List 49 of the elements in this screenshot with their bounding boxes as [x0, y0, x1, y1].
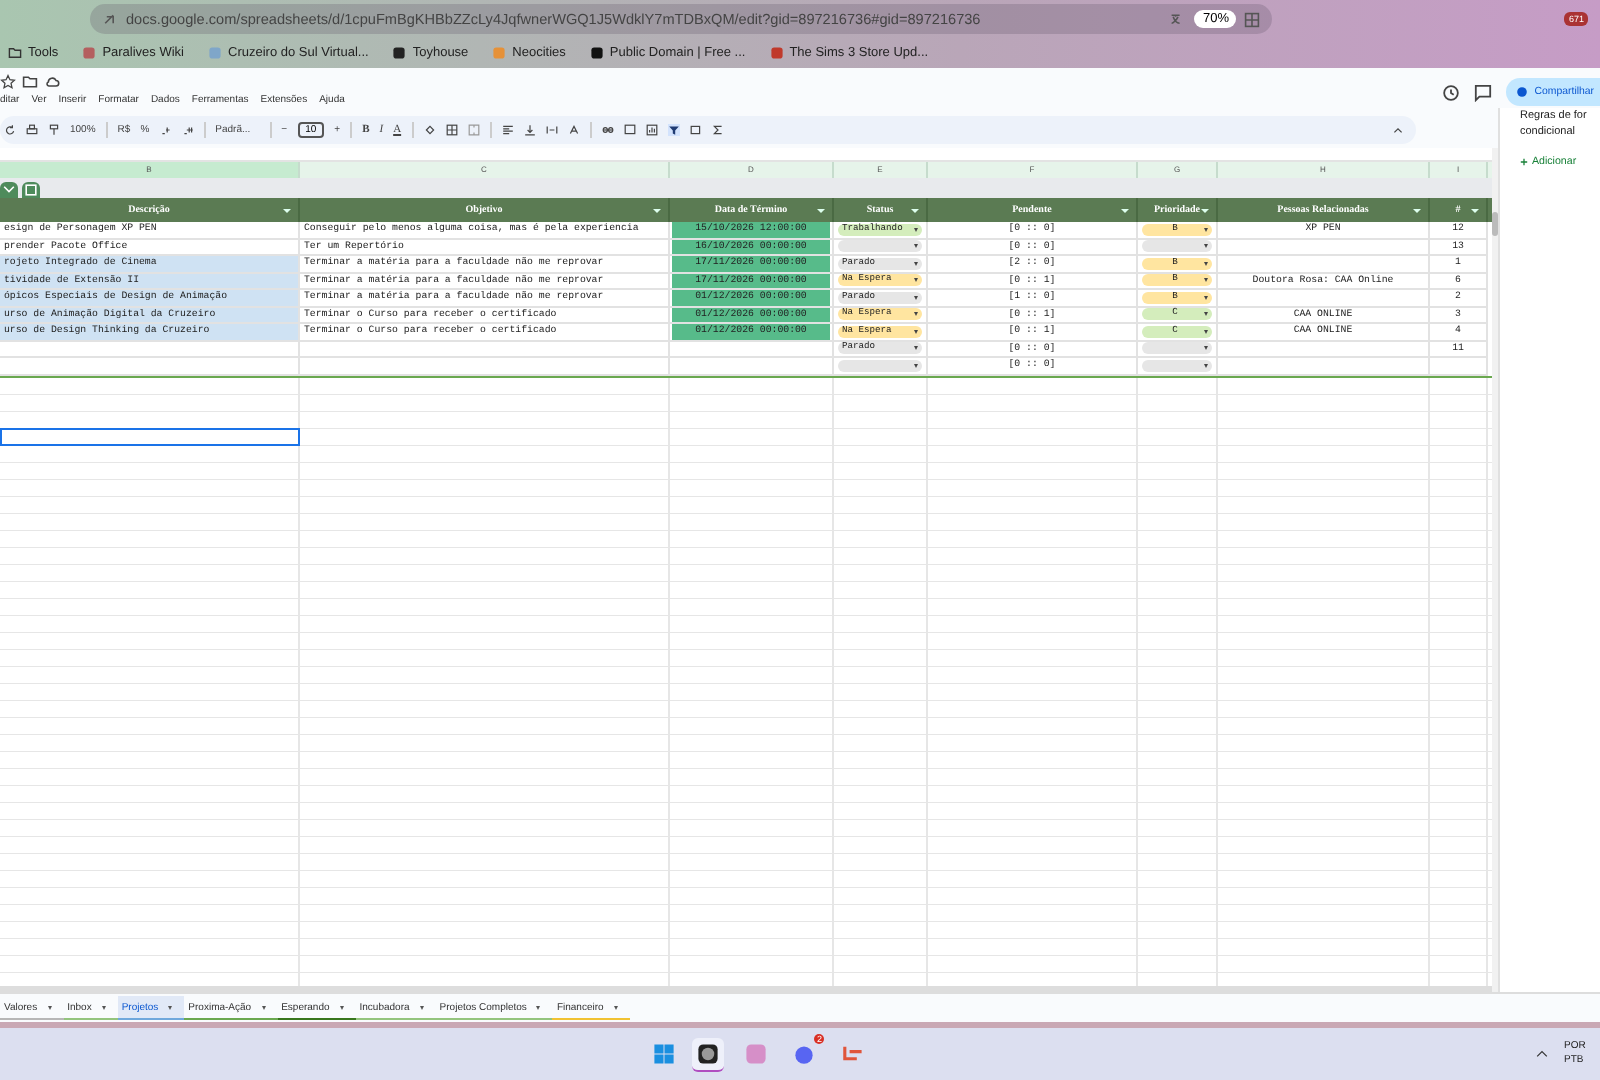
rotate-icon[interactable]	[567, 124, 580, 136]
filter-icon[interactable]	[910, 207, 920, 213]
paint-format-icon[interactable]	[48, 124, 60, 136]
comment-icon[interactable]	[1474, 83, 1493, 101]
favicon-icon	[208, 46, 222, 60]
filter-view-icon[interactable]	[0, 182, 18, 198]
decimal-decrease-icon[interactable]	[159, 124, 172, 136]
cloud-icon[interactable]	[44, 73, 60, 89]
scrollbar-thumb[interactable]	[1492, 212, 1498, 236]
favicon-icon	[392, 46, 407, 60]
taskbar-app[interactable]	[692, 1037, 724, 1071]
favicon-icon	[82, 46, 97, 60]
functions-icon[interactable]	[711, 124, 724, 136]
comment-add-icon[interactable]	[623, 124, 636, 136]
collapse-icon[interactable]	[1392, 124, 1404, 136]
filter-icon[interactable]	[652, 207, 662, 213]
plus-icon	[1520, 158, 1528, 166]
chart-icon[interactable]	[645, 124, 658, 136]
filter-icon[interactable]	[1200, 207, 1210, 213]
print-icon[interactable]	[26, 124, 38, 136]
filter-icon[interactable]	[1120, 207, 1130, 213]
filter-icon[interactable]	[816, 207, 826, 213]
favicon-icon	[589, 46, 604, 60]
grid-icon[interactable]	[1244, 11, 1261, 27]
filter-views-icon[interactable]	[689, 124, 702, 136]
link-icon[interactable]	[601, 124, 614, 136]
horizontal-scrollbar[interactable]	[0, 986, 1492, 992]
wrap-icon[interactable]	[545, 124, 558, 136]
favicon-icon	[769, 46, 784, 60]
align-icon[interactable]	[501, 124, 514, 136]
borders-icon[interactable]	[445, 124, 458, 136]
merge-icon[interactable]	[467, 124, 480, 136]
decimal-increase-icon[interactable]	[181, 124, 194, 136]
redo-icon[interactable]	[4, 124, 16, 136]
valign-icon[interactable]	[523, 124, 536, 136]
filter-icon[interactable]	[667, 124, 680, 136]
windows-start-icon[interactable]	[652, 1042, 676, 1066]
save-icon[interactable]	[22, 182, 40, 198]
site-info-icon[interactable]	[102, 11, 118, 27]
selected-cell[interactable]	[0, 428, 300, 445]
filter-icon[interactable]	[1470, 207, 1480, 213]
tray-caret-icon[interactable]	[1536, 1050, 1548, 1058]
filter-icon[interactable]	[1412, 207, 1422, 213]
fill-color-icon[interactable]	[423, 124, 436, 136]
filter-icon[interactable]	[282, 207, 292, 213]
disc-app-icon	[696, 1041, 720, 1065]
favicon-icon	[492, 46, 507, 60]
star-icon[interactable]	[0, 73, 16, 89]
history-icon[interactable]	[1442, 83, 1461, 101]
